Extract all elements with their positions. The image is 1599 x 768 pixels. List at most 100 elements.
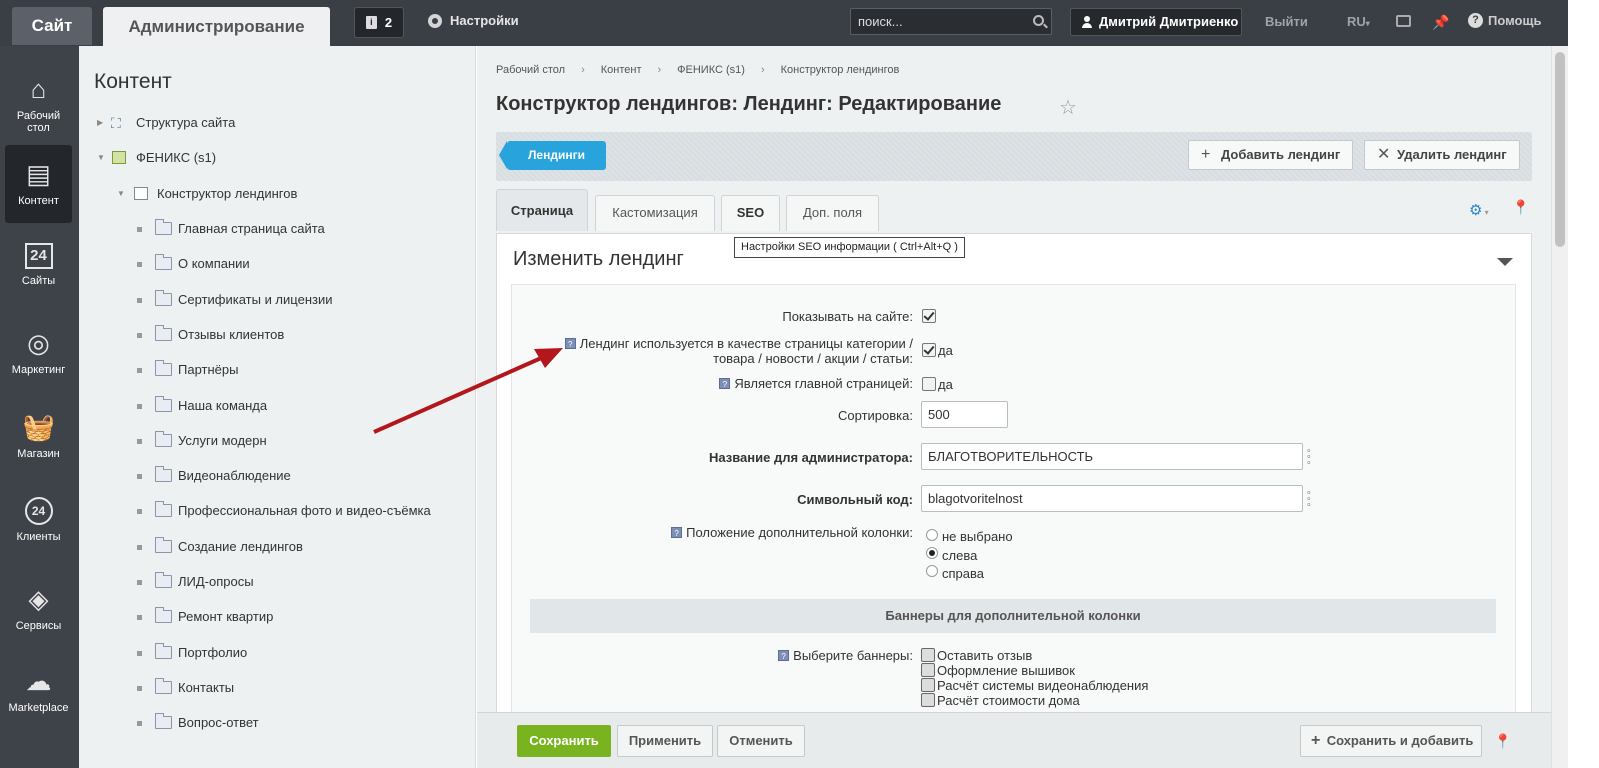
sitemap-icon: ⛶ xyxy=(111,115,121,131)
help-icon[interactable]: ? xyxy=(719,378,731,389)
tab-settings-gear-icon[interactable]: ⚙ ▾ xyxy=(1469,201,1489,219)
pin-icon[interactable]: 📌 xyxy=(1432,14,1449,31)
admin-tab[interactable]: Администрирование xyxy=(103,7,330,46)
folder-icon xyxy=(155,254,172,270)
sort-input[interactable]: 500 xyxy=(921,401,1008,428)
sidebar-item-clients[interactable]: 24 Клиенты xyxy=(5,483,72,561)
pin-icon[interactable]: 📍 xyxy=(1512,199,1529,216)
sidebar-item-marketplace[interactable]: ☁ Marketplace xyxy=(5,652,72,730)
main-menu-sidebar: ⌂ Рабочий стол ▤ Контент 24 Сайты ◎ Марк… xyxy=(0,46,79,768)
is-main-yes: да xyxy=(938,377,953,392)
apply-button[interactable]: Применить xyxy=(617,725,713,757)
radio-right[interactable] xyxy=(926,565,938,577)
settings-button[interactable]: Настройки xyxy=(428,13,519,28)
collapse-arrow-icon[interactable] xyxy=(1497,258,1513,266)
target-icon: ◎ xyxy=(27,328,50,358)
delete-landing-button[interactable]: ✕ Удалить лендинг xyxy=(1364,140,1520,170)
gear-icon xyxy=(428,13,442,28)
breadcrumb-item[interactable]: Рабочий стол xyxy=(496,64,565,76)
translit-icon[interactable]: ∘ ∘ ∘ xyxy=(1306,488,1314,509)
banner-label: Расчёт стоимости дома xyxy=(937,693,1080,708)
sidebar-item-marketing[interactable]: ◎ Маркетинг xyxy=(5,314,72,392)
admin-name-input[interactable]: БЛАГОТВОРИТЕЛЬНОСТЬ xyxy=(921,443,1303,470)
banner-checkbox[interactable] xyxy=(921,678,935,692)
folder-icon xyxy=(155,219,172,235)
site-tab[interactable]: Сайт xyxy=(12,7,92,45)
add-landing-button[interactable]: + Добавить лендинг xyxy=(1188,140,1353,170)
sidebar-item-label: Сайты xyxy=(21,275,56,287)
right-margin xyxy=(1568,0,1599,768)
sidebar-item-label: Магазин xyxy=(17,448,60,460)
bullet-icon xyxy=(137,333,142,338)
help-icon[interactable]: ? xyxy=(778,650,790,661)
star-icon[interactable]: ☆ xyxy=(1059,95,1077,120)
home-icon: ⌂ xyxy=(30,74,47,104)
sidebar-item-desktop[interactable]: ⌂ Рабочий стол xyxy=(5,60,72,138)
folder-icon xyxy=(155,431,172,447)
sidebar-item-sites[interactable]: 24 Сайты xyxy=(5,229,72,307)
sidebar-item-services[interactable]: ◈ Сервисы xyxy=(5,570,72,648)
show-on-site-checkbox[interactable] xyxy=(922,309,936,323)
scrollbar-thumb[interactable] xyxy=(1555,52,1565,247)
used-as-page-checkbox[interactable] xyxy=(922,343,936,357)
tab-seo[interactable]: SEO xyxy=(721,195,780,231)
radio-left[interactable] xyxy=(926,547,938,559)
banner-label: Расчёт системы видеонаблюдения xyxy=(937,678,1149,693)
is-main-checkbox[interactable] xyxy=(922,377,936,391)
language-select[interactable]: RU▾ xyxy=(1347,14,1370,29)
sidebar-item-label: Маркетинг xyxy=(11,364,66,376)
help-icon[interactable]: ? xyxy=(564,338,576,349)
notifications-button[interactable]: i 2 xyxy=(354,7,404,38)
save-and-add-button[interactable]: + Сохранить и добавить xyxy=(1300,725,1482,757)
breadcrumb-item[interactable]: Контент xyxy=(601,64,642,76)
bullet-icon xyxy=(137,651,142,656)
banner-checkbox[interactable] xyxy=(921,648,935,662)
bullet-icon xyxy=(137,227,142,232)
show-on-site-label: Показывать на сайте: xyxy=(782,309,913,324)
translit-icon[interactable]: ∘ ∘ ∘ xyxy=(1306,446,1314,467)
collapse-arrow-icon[interactable]: ▼ xyxy=(117,189,125,198)
sidebar-item-shop[interactable]: 🧺 Магазин xyxy=(5,398,72,476)
cancel-button[interactable]: Отменить xyxy=(717,725,805,757)
radio-none[interactable] xyxy=(926,529,938,541)
label-container: Название для администратора: xyxy=(512,450,913,466)
tree-item-label: Конструктор лендингов xyxy=(157,186,298,201)
bullet-icon xyxy=(137,721,142,726)
search-icon[interactable] xyxy=(1033,15,1044,26)
chevron-down-icon: ▾ xyxy=(1482,208,1489,217)
label-container: Символьный код: xyxy=(512,492,913,508)
banner-checkbox[interactable] xyxy=(921,663,935,677)
tab-page[interactable]: Страница xyxy=(496,189,588,231)
sidebar-item-label: Marketplace xyxy=(8,702,69,714)
column-position-label: ? Положение дополнительной колонки: xyxy=(671,525,913,540)
breadcrumb-item[interactable]: ФЕНИКС (s1) xyxy=(677,64,745,76)
bottom-action-bar: Сохранить Применить Отменить + Сохранить… xyxy=(477,712,1551,768)
search-input[interactable]: поиск... xyxy=(850,8,1052,35)
help-icon[interactable]: ? xyxy=(671,527,683,538)
bullet-icon xyxy=(137,474,142,479)
user-button[interactable]: Дмитрий Дмитриенко xyxy=(1070,8,1242,36)
help-button[interactable]: ? Помощь xyxy=(1468,13,1541,28)
pin-icon[interactable]: 📍 xyxy=(1494,733,1511,750)
banners-text: Выберите баннеры: xyxy=(793,648,913,663)
logout-link[interactable]: Выйти xyxy=(1265,14,1308,29)
banner-checkbox[interactable] xyxy=(921,693,935,707)
breadcrumb-separator: › xyxy=(657,64,662,76)
code-input[interactable]: blagotvoritelnost xyxy=(921,485,1303,512)
tab-customization[interactable]: Кастомизация xyxy=(595,195,715,231)
tree-item-label: Сертификаты и лицензии xyxy=(178,292,333,307)
expand-arrow-icon[interactable]: ▶ xyxy=(97,118,103,127)
collapse-arrow-icon[interactable]: ▼ xyxy=(97,153,105,162)
tab-extra-fields[interactable]: Доп. поля xyxy=(786,195,879,231)
breadcrumb-item[interactable]: Конструктор лендингов xyxy=(781,64,900,76)
save-button[interactable]: Сохранить xyxy=(517,725,611,757)
search-placeholder: поиск... xyxy=(858,14,903,29)
layers-icon: ◈ xyxy=(28,584,49,614)
landings-button[interactable]: Лендинги xyxy=(499,141,606,170)
column-position-text: Положение дополнительной колонки: xyxy=(686,525,913,540)
page-scrollbar[interactable] xyxy=(1551,46,1568,768)
sidebar-item-content[interactable]: ▤ Контент xyxy=(5,145,72,223)
notification-icon: i xyxy=(365,16,377,29)
keyboard-icon[interactable] xyxy=(1396,15,1411,27)
folder-icon xyxy=(155,360,172,376)
